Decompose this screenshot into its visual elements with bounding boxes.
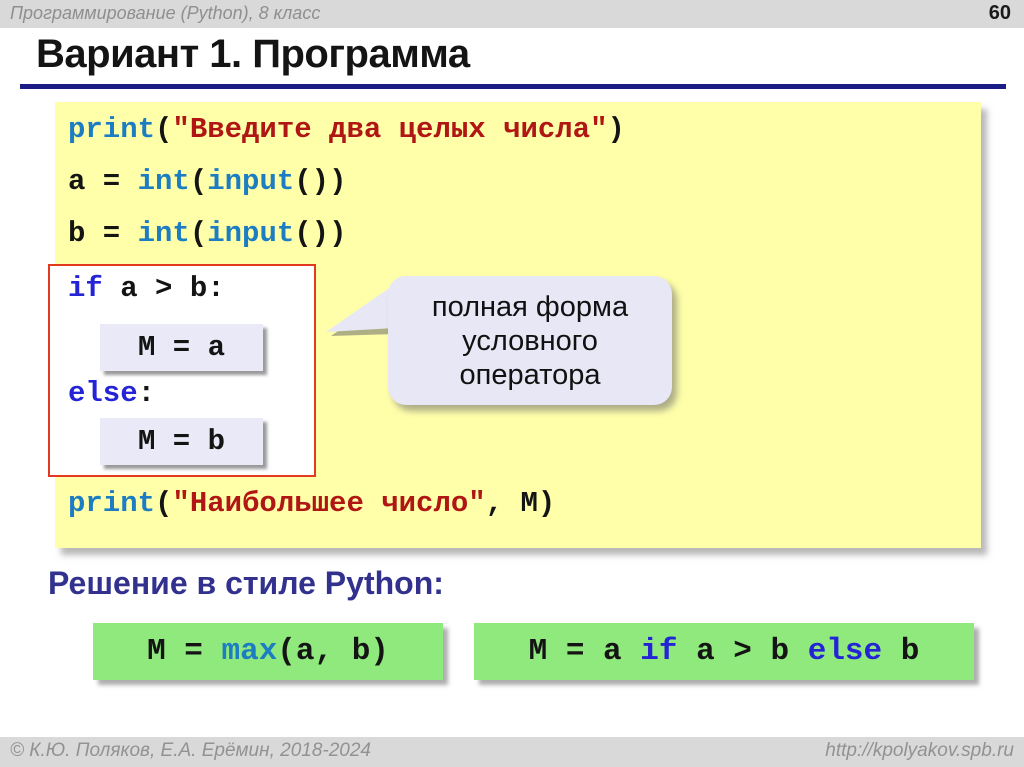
- footer-bar: © К.Ю. Поляков, Е.А. Ерёмин, 2018-2024 h…: [0, 737, 1024, 767]
- code-token: if: [640, 634, 677, 669]
- callout-line: условного: [462, 324, 598, 358]
- code-line-m-a: M = a: [138, 331, 225, 365]
- callout-line: полная форма: [432, 290, 628, 324]
- code-token: (: [155, 487, 172, 520]
- page-title: Вариант 1. Программа: [36, 32, 470, 77]
- presentation-slide: Программирование (Python), 8 класс 60 Ва…: [0, 0, 1024, 767]
- code-token: if: [68, 272, 103, 305]
- code-token: "Введите два целых числа": [172, 113, 607, 146]
- code-line-assign-a: a = int(input()): [68, 165, 346, 199]
- code-token: M = a: [138, 331, 225, 364]
- code-token: int: [138, 165, 190, 198]
- page-number: 60: [989, 2, 1011, 25]
- code-line-print-input: print("Введите два целых числа"): [68, 113, 625, 147]
- code-line-print-result: print("Наибольшее число", M): [68, 487, 555, 521]
- code-token: input: [207, 217, 294, 250]
- code-token: print: [68, 113, 155, 146]
- code-line-assign-b: b = int(input()): [68, 217, 346, 251]
- code-token: else: [68, 377, 138, 410]
- course-label: Программирование (Python), 8 класс: [10, 3, 320, 24]
- code-token: , M): [486, 487, 556, 520]
- m-equals-b-box: M = b: [100, 418, 263, 465]
- code-token: (: [190, 165, 207, 198]
- solution-box-max: M = max(a, b): [93, 623, 443, 680]
- copyright-text: © К.Ю. Поляков, Е.А. Ерёмин, 2018-2024: [10, 740, 371, 762]
- code-token: int: [138, 217, 190, 250]
- code-token: M =: [147, 634, 221, 669]
- m-equals-a-box: M = a: [100, 324, 263, 371]
- code-token: (: [155, 113, 172, 146]
- code-token: b: [882, 634, 919, 669]
- callout-bubble: полная форма условного оператора: [388, 276, 672, 405]
- code-token: else: [808, 634, 882, 669]
- code-line-else: else:: [68, 377, 155, 411]
- code-token: a > b:: [103, 272, 225, 305]
- solution-label: Решение в стиле Python:: [48, 565, 444, 602]
- code-token: (: [190, 217, 207, 250]
- site-url[interactable]: http://kpolyakov.spb.ru: [825, 740, 1014, 762]
- solution-box-ternary: M = a if a > b else b: [474, 623, 974, 680]
- code-token: ()): [294, 165, 346, 198]
- code-token: input: [207, 165, 294, 198]
- code-token: max: [221, 634, 277, 669]
- code-token: a > b: [677, 634, 807, 669]
- code-line-m-b: M = b: [138, 425, 225, 459]
- code-token: b =: [68, 217, 138, 250]
- code-token: a =: [68, 165, 138, 198]
- code-token: (a, b): [277, 634, 389, 669]
- code-token: "Наибольшее число": [172, 487, 485, 520]
- code-token: print: [68, 487, 155, 520]
- callout-tail: [324, 282, 396, 342]
- code-token: M = b: [138, 425, 225, 458]
- code-token: ): [608, 113, 625, 146]
- code-line-if: if a > b:: [68, 272, 225, 306]
- callout-line: оператора: [460, 358, 601, 392]
- title-underline: [20, 84, 1006, 89]
- code-token: M = a: [529, 634, 641, 669]
- code-token: :: [138, 377, 155, 410]
- top-bar: Программирование (Python), 8 класс 60: [0, 0, 1024, 28]
- code-token: ()): [294, 217, 346, 250]
